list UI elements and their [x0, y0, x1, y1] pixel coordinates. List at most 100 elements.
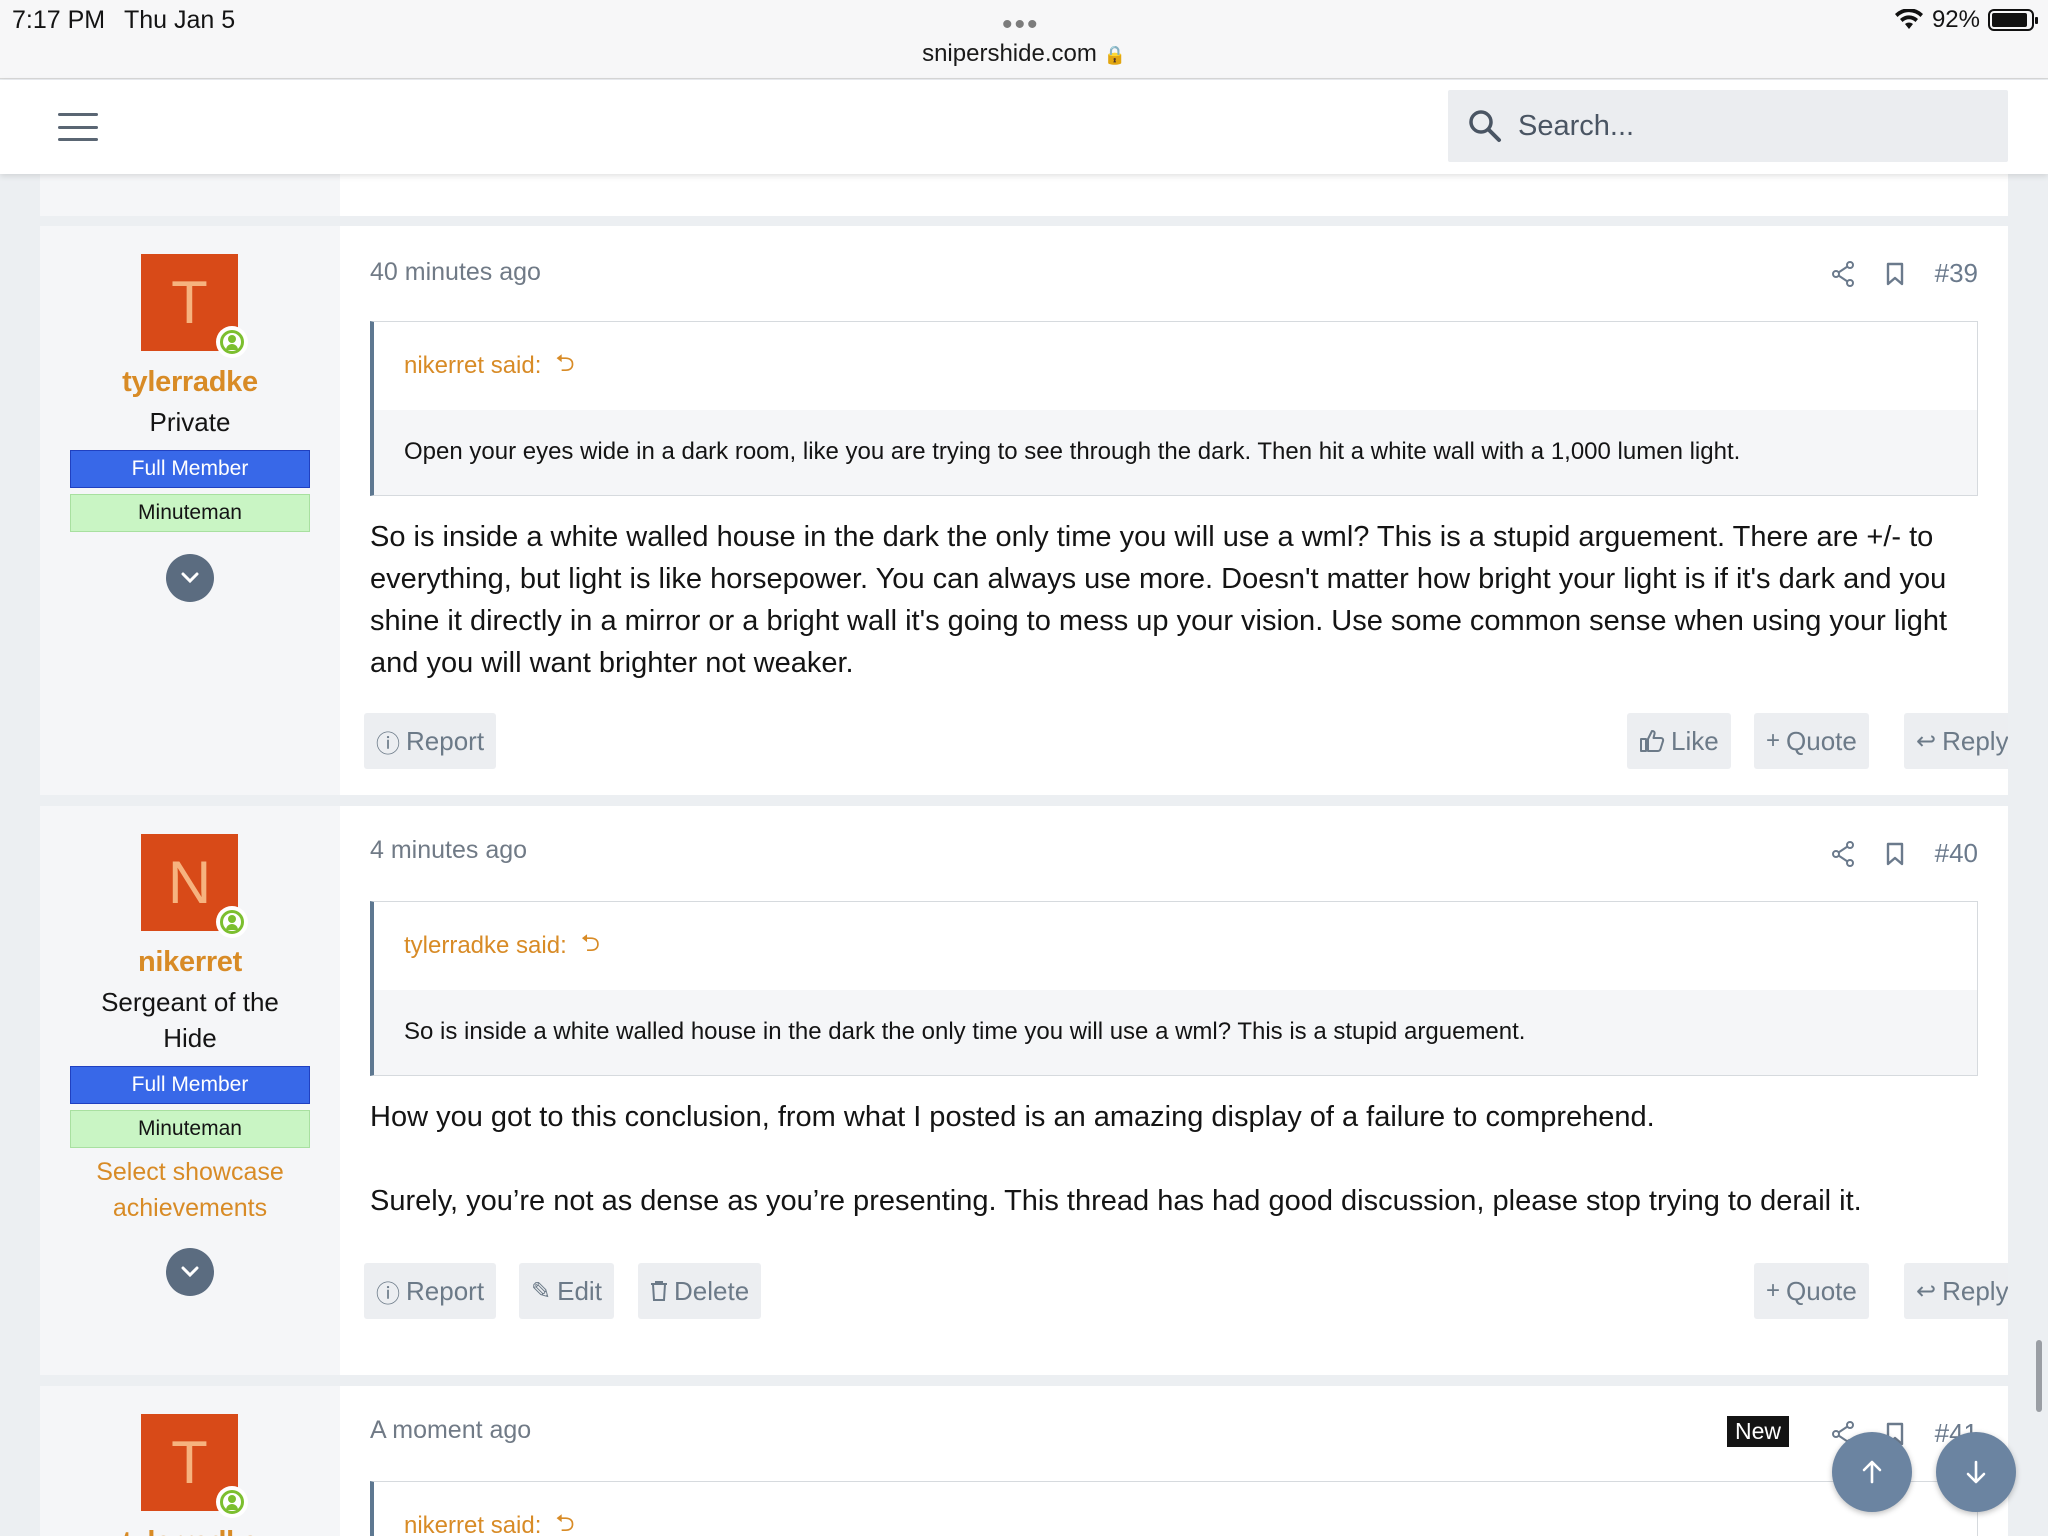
status-date: Thu Jan 5: [124, 6, 236, 34]
quote-header[interactable]: nikerret said: ⮌: [374, 322, 1977, 410]
address-bar[interactable]: snipershide.com 🔒: [0, 40, 2048, 68]
chevron-down-icon: [181, 1266, 199, 1278]
search-icon: [1469, 110, 1501, 142]
quote-block: tylerradke said: ⮌ So is inside a white …: [370, 901, 1978, 1076]
search-input[interactable]: [1518, 109, 1958, 143]
report-icon: ⓘ: [376, 730, 400, 758]
post-actions-top: #39: [1831, 258, 1978, 289]
select-showcase-link[interactable]: Select showcase achievements: [80, 1154, 300, 1226]
user-cell: T tylerradke Private Full Member Minutem…: [40, 226, 340, 795]
post-time[interactable]: 4 minutes ago: [370, 836, 527, 865]
report-icon: ⓘ: [376, 1280, 400, 1308]
jump-to-quote-icon[interactable]: ⮌: [581, 926, 600, 967]
post-number-link[interactable]: #40: [1935, 838, 1978, 869]
post-39: T tylerradke Private Full Member Minutem…: [40, 226, 2008, 795]
scroll-to-top-button[interactable]: [1832, 1432, 1912, 1512]
thumbs-up-icon: [1640, 730, 1665, 752]
message-paragraph-2: Surely, you’re not as dense as you’re pr…: [370, 1185, 1862, 1217]
multitasking-dots-icon[interactable]: •••: [1002, 8, 1040, 42]
banner-minuteman: Minuteman: [70, 494, 310, 532]
post-time[interactable]: A moment ago: [370, 1416, 531, 1445]
quote-button[interactable]: + Quote: [1754, 1263, 1869, 1319]
banner-full-member: Full Member: [70, 450, 310, 488]
post-41: T tylerradke A moment ago New #41 nikerr…: [40, 1386, 2008, 1536]
edit-label: Edit: [557, 1275, 602, 1306]
bookmark-icon[interactable]: [1885, 842, 1905, 866]
username[interactable]: tylerradke: [40, 366, 340, 399]
quote-author: tylerradke said:: [404, 932, 567, 959]
arrow-up-icon: [1862, 1460, 1882, 1484]
jump-to-quote-icon[interactable]: ⮌: [555, 1506, 574, 1536]
banner-full-member: Full Member: [70, 1066, 310, 1104]
thread-content: T tylerradke Private Full Member Minutem…: [40, 174, 2008, 1536]
report-button[interactable]: ⓘ Report: [364, 713, 497, 769]
user-title: Private: [149, 407, 231, 437]
quote-header[interactable]: tylerradke said: ⮌: [374, 902, 1977, 990]
new-badge: New: [1727, 1416, 1790, 1447]
message-text: So is inside a white walled house in the…: [370, 521, 1948, 679]
battery-icon: [1988, 9, 2038, 31]
online-status-icon: [216, 326, 248, 358]
quote-button[interactable]: + Quote: [1754, 713, 1869, 769]
report-label: Report: [406, 1275, 485, 1306]
search-bar[interactable]: [1448, 90, 2008, 162]
share-icon[interactable]: [1831, 840, 1855, 867]
site-header: [0, 80, 2048, 174]
post-time[interactable]: 40 minutes ago: [370, 258, 541, 287]
quote-author: nikerret said:: [404, 1512, 542, 1536]
scrollbar-thumb[interactable]: [2036, 1340, 2042, 1412]
reply-label: Reply: [1942, 1275, 2008, 1306]
reply-button[interactable]: ↩ Reply: [1904, 1263, 2008, 1319]
url-text: snipershide.com: [922, 40, 1097, 67]
quote-label: Quote: [1786, 725, 1857, 756]
quote-header[interactable]: nikerret said: ⮌: [374, 1482, 1977, 1536]
online-status-icon: [216, 906, 248, 938]
user-cell: N nikerret Sergeant of the Hide Full Mem…: [40, 806, 340, 1375]
quote-text: Open your eyes wide in a dark room, like…: [404, 438, 1741, 465]
plus-icon: +: [1766, 1277, 1781, 1304]
expand-user-info-button[interactable]: [166, 554, 214, 602]
delete-button[interactable]: Delete: [638, 1263, 762, 1319]
expand-user-info-button[interactable]: [166, 1248, 214, 1296]
quote-text: So is inside a white walled house in the…: [404, 1018, 1526, 1045]
previous-post-bottom: [40, 174, 2008, 216]
status-indicators: 92%: [1894, 6, 2038, 34]
reply-button[interactable]: ↩ Reply: [1904, 713, 2008, 769]
status-time: 7:17 PM: [12, 6, 106, 34]
jump-to-quote-icon[interactable]: ⮌: [555, 346, 574, 387]
message-cell: A moment ago New #41 nikerret said: ⮌: [340, 1386, 2008, 1536]
plus-icon: +: [1766, 727, 1781, 754]
username[interactable]: nikerret: [40, 946, 340, 979]
status-bar: 7:17 PM Thu Jan 5 ••• snipershide.com 🔒 …: [0, 0, 2048, 79]
scroll-to-bottom-button[interactable]: [1936, 1432, 2016, 1512]
pencil-icon: ✎: [531, 1277, 552, 1305]
battery-percent: 92%: [1931, 6, 1980, 33]
report-button[interactable]: ⓘ Report: [364, 1263, 497, 1319]
quote-author: nikerret said:: [404, 352, 542, 379]
chevron-down-icon: [181, 572, 199, 584]
like-button[interactable]: Like: [1627, 713, 1731, 769]
online-status-icon: [216, 1486, 248, 1518]
edit-button[interactable]: ✎ Edit: [519, 1263, 614, 1319]
post-number-link[interactable]: #39: [1935, 258, 1978, 289]
post-40: N nikerret Sergeant of the Hide Full Mem…: [40, 806, 2008, 1375]
bookmark-icon[interactable]: [1885, 262, 1905, 286]
reply-icon: ↩: [1916, 1277, 1937, 1305]
share-icon[interactable]: [1831, 260, 1855, 287]
banner-minuteman: Minuteman: [70, 1110, 310, 1148]
reply-icon: ↩: [1916, 727, 1937, 755]
delete-label: Delete: [674, 1275, 750, 1306]
reply-label: Reply: [1942, 725, 2008, 756]
wifi-icon: [1894, 9, 1923, 29]
menu-icon[interactable]: [58, 113, 98, 141]
quote-block: nikerret said: ⮌ Open your eyes wide in …: [370, 321, 1978, 496]
message-cell: 40 minutes ago #39 nikerret said: ⮌ Open…: [340, 226, 2008, 795]
quote-block: nikerret said: ⮌: [370, 1481, 1978, 1536]
report-label: Report: [406, 725, 485, 756]
lock-icon: 🔒: [1103, 45, 1126, 65]
username[interactable]: tylerradke: [40, 1526, 340, 1536]
like-label: Like: [1671, 725, 1719, 756]
user-cell: T tylerradke: [40, 1386, 340, 1536]
arrow-down-icon: [1966, 1460, 1986, 1484]
user-title: Sergeant of the Hide: [101, 987, 279, 1053]
